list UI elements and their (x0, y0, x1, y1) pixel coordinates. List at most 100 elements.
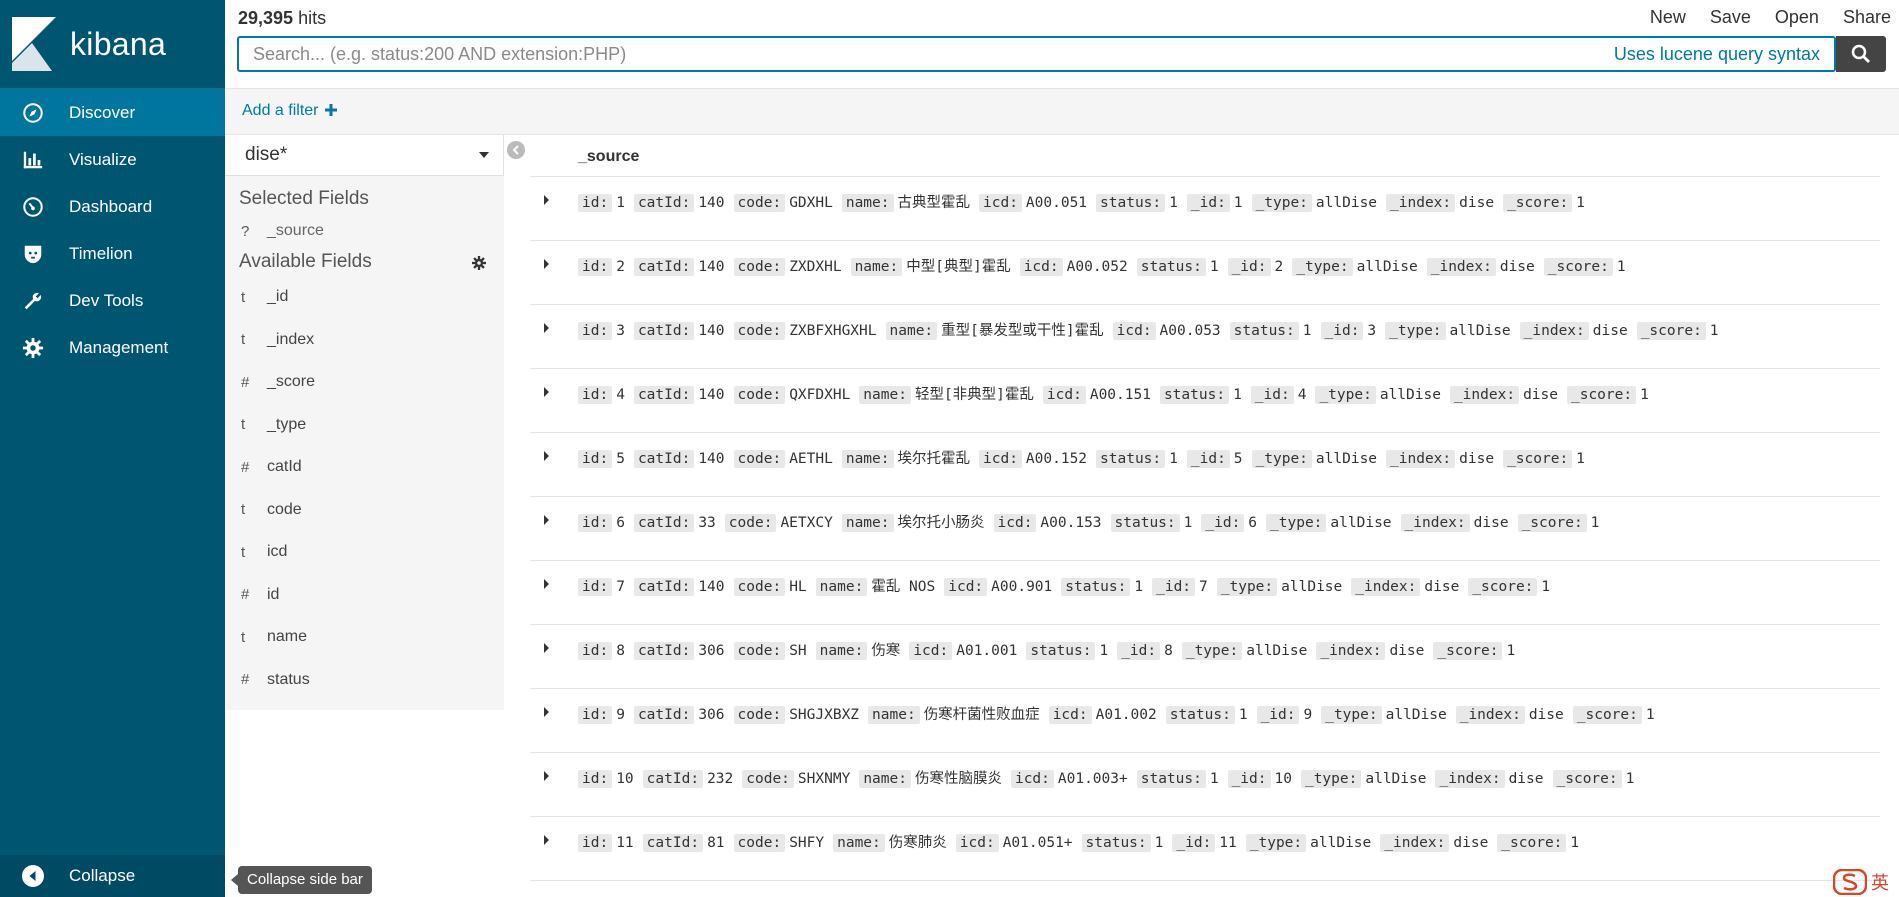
field-value: 9 (616, 707, 625, 723)
field-value: 1 (1640, 387, 1649, 403)
field-value: 1 (1576, 451, 1585, 467)
field-key: icd: (1010, 770, 1054, 788)
field-value: 霍乱 NOS (871, 579, 936, 595)
field-value: 古典型霍乱 (897, 195, 971, 211)
expand-row-toggle[interactable] (544, 579, 549, 589)
expand-row-toggle[interactable] (544, 259, 549, 269)
collapse-label: Collapse (69, 866, 136, 885)
field-value: A00.151 (1089, 387, 1151, 403)
nav-item-dashboard[interactable]: Dashboard (0, 183, 225, 230)
lucene-syntax-link[interactable]: Uses lucene query syntax (1614, 44, 1834, 65)
search-button[interactable] (1836, 36, 1886, 72)
field-id[interactable]: t _id (225, 276, 504, 319)
expand-row-toggle[interactable] (544, 515, 549, 525)
search-input[interactable] (239, 42, 1614, 66)
field-key: _type: (1300, 770, 1362, 788)
field-key: icd: (993, 514, 1037, 532)
gear-icon[interactable] (472, 256, 486, 270)
field-key: id: (578, 834, 613, 852)
nav-item-visualize[interactable]: Visualize (0, 136, 225, 183)
field-key: catId: (642, 770, 704, 788)
expand-row-toggle[interactable] (544, 323, 549, 333)
field-id[interactable]: # id (225, 574, 504, 617)
field-status[interactable]: # status (225, 659, 504, 702)
field-key: icd: (979, 450, 1022, 468)
field-type-icon: t (241, 501, 246, 519)
field-key: _type: (1315, 386, 1376, 404)
field-value: allDise (1246, 643, 1308, 659)
nav-item-discover[interactable]: Discover (0, 89, 225, 136)
field-source[interactable]: ? _source (225, 216, 504, 246)
collapse-fields-button[interactable] (507, 141, 525, 159)
field-key: icd: (1042, 386, 1086, 404)
field-type-icon: ? (241, 222, 250, 240)
filter-bar: Add a filter (225, 88, 1899, 135)
nav-item-timelion[interactable]: Timelion (0, 230, 225, 277)
field-name[interactable]: t name (225, 616, 504, 659)
top-actions: New Save Open Share (1626, 7, 1891, 28)
field-key: _score: (1566, 386, 1637, 404)
save-button[interactable]: Save (1710, 7, 1751, 28)
field-score[interactable]: # _score (225, 361, 504, 404)
new-button[interactable]: New (1650, 7, 1686, 28)
add-filter-button[interactable]: Add a filter (242, 102, 337, 120)
field-icd[interactable]: t icd (225, 531, 504, 574)
field-key: _index: (1351, 578, 1421, 596)
expand-row-toggle[interactable] (544, 707, 549, 717)
nav-label: Management (69, 337, 169, 357)
available-fields-title: Available Fields (239, 251, 372, 272)
field-value: 伤寒 (871, 643, 901, 659)
field-key: _id: (1152, 578, 1196, 596)
field-value: 140 (698, 579, 725, 595)
field-value: 232 (707, 771, 734, 787)
expand-row-toggle[interactable] (544, 387, 549, 397)
field-value: 轻型[非典型]霍乱 (914, 387, 1034, 403)
collapse-tooltip: Collapse side bar (231, 866, 372, 894)
field-value: 140 (698, 259, 725, 275)
nav-item-dev-tools[interactable]: Dev Tools (0, 277, 225, 324)
field-catid[interactable]: # catId (225, 446, 504, 489)
expand-row-toggle[interactable] (544, 771, 549, 781)
field-value: dise (1528, 707, 1564, 723)
index-pattern-select[interactable]: dise* (225, 135, 504, 176)
field-value: 3 (616, 323, 625, 339)
field-index[interactable]: t _index (225, 319, 504, 362)
field-key: _id: (1256, 706, 1300, 724)
field-key: _id: (1172, 834, 1216, 852)
field-value: 1 (1709, 323, 1719, 339)
field-value: 1 (1154, 835, 1164, 851)
field-value: 140 (698, 195, 725, 211)
field-key: icd: (1112, 322, 1156, 340)
expand-row-toggle[interactable] (544, 451, 549, 461)
field-value: 1 (1570, 835, 1580, 851)
field-value: 1 (1625, 771, 1635, 787)
field-key: status: (1081, 834, 1151, 852)
field-key: status: (1159, 386, 1230, 404)
share-button[interactable]: Share (1843, 7, 1891, 28)
collapse-button[interactable]: Collapse (0, 855, 225, 897)
field-key: code: (733, 258, 786, 276)
field-value: dise (1508, 771, 1544, 787)
field-type-icon: # (241, 458, 250, 476)
field-value: 140 (698, 451, 725, 467)
field-key: status: (1096, 450, 1166, 468)
field-key: _id: (1117, 642, 1161, 660)
ime-label: 英 (1871, 873, 1889, 893)
hits-label: hits (298, 8, 327, 28)
field-value: allDise (1310, 835, 1372, 851)
expand-row-toggle[interactable] (544, 643, 549, 653)
kibana-logo[interactable]: kibana (0, 0, 225, 89)
field-key: code: (724, 514, 777, 532)
nav-item-management[interactable]: Management (0, 324, 225, 371)
field-name: icd (267, 543, 288, 561)
expand-row-toggle[interactable] (544, 195, 549, 205)
wrench-icon (21, 289, 45, 313)
field-code[interactable]: t code (225, 489, 504, 532)
field-value: 1 (616, 195, 625, 211)
open-button[interactable]: Open (1775, 7, 1819, 28)
field-value: A01.051+ (1002, 835, 1073, 851)
field-value: allDise (1356, 259, 1418, 275)
field-value: 1 (1169, 195, 1178, 211)
expand-row-toggle[interactable] (544, 835, 549, 845)
field-type[interactable]: t _type (225, 404, 504, 447)
